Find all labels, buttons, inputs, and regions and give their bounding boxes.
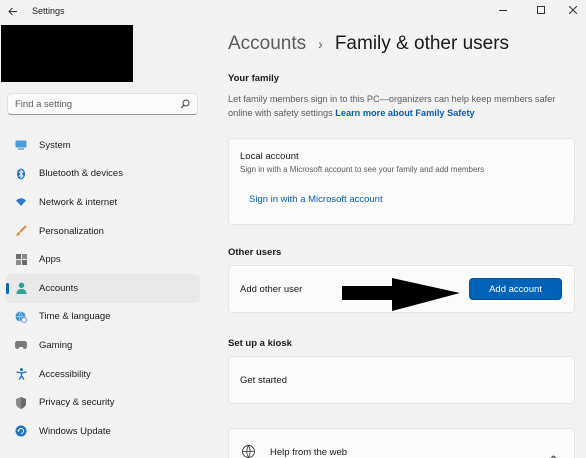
title-bar: Settings	[0, 0, 586, 22]
search-input[interactable]	[15, 98, 180, 110]
minimize-icon	[499, 9, 507, 11]
sidebar-item-label: Accounts	[39, 282, 79, 294]
brush-icon	[15, 225, 27, 237]
local-account-card: Local account Sign in with a Microsoft a…	[228, 138, 575, 225]
window-controls	[484, 0, 586, 20]
monitor-icon	[15, 139, 27, 151]
sidebar-item-bluetooth[interactable]: Bluetooth & devices	[6, 160, 200, 189]
sidebar-item-privacy[interactable]: Privacy & security	[6, 388, 200, 417]
wifi-icon	[15, 196, 27, 208]
breadcrumb: Accounts › Family & other users	[228, 33, 509, 55]
minimize-button[interactable]	[484, 0, 522, 20]
kiosk-card[interactable]: Get started	[228, 356, 575, 404]
globe-clock-icon	[15, 311, 27, 323]
learn-more-family-safety-link[interactable]: Learn more about Family Safety	[335, 108, 474, 118]
sign-in-microsoft-account-link[interactable]: Sign in with a Microsoft account	[249, 194, 383, 205]
sidebar-item-apps[interactable]: Apps	[6, 245, 200, 274]
app-title: Settings	[32, 6, 65, 16]
update-icon	[15, 425, 27, 437]
add-other-user-label: Add other user	[240, 284, 303, 295]
apps-icon	[15, 254, 27, 266]
accessibility-icon	[15, 368, 27, 380]
breadcrumb-parent[interactable]: Accounts	[228, 33, 306, 55]
sidebar-item-label: Gaming	[39, 339, 73, 351]
help-from-web-card[interactable]: Help from the web	[228, 428, 575, 458]
sidebar-item-personalization[interactable]: Personalization	[6, 217, 200, 246]
local-account-subtitle: Sign in with a Microsoft account to see …	[240, 165, 485, 174]
section-title-other-users: Other users	[228, 247, 282, 258]
sidebar-item-accessibility[interactable]: Accessibility	[6, 360, 200, 389]
section-title-kiosk: Set up a kiosk	[228, 338, 292, 349]
bluetooth-icon	[15, 168, 27, 180]
sidebar-item-gaming[interactable]: Gaming	[6, 331, 200, 360]
sidebar-item-label: Time & language	[39, 311, 111, 323]
sidebar-item-label: Bluetooth & devices	[39, 168, 123, 180]
section-title-your-family: Your family	[228, 73, 280, 84]
sidebar-item-accounts[interactable]: Accounts	[6, 273, 200, 303]
sidebar-item-network[interactable]: Network & internet	[6, 188, 200, 217]
kiosk-get-started-label: Get started	[240, 375, 287, 386]
close-button[interactable]	[560, 0, 586, 20]
sidebar-nav: System Bluetooth & devices Network & int…	[6, 131, 200, 446]
add-account-button[interactable]: Add account	[469, 278, 562, 300]
search-icon[interactable]	[180, 99, 190, 109]
help-from-web-label: Help from the web	[270, 447, 348, 458]
breadcrumb-separator: ›	[318, 36, 323, 52]
close-icon	[569, 6, 577, 14]
shield-icon	[15, 396, 27, 409]
family-description: Let family members sign in to this PC—or…	[228, 93, 573, 120]
sidebar-item-label: Personalization	[39, 225, 104, 237]
sidebar-item-system[interactable]: System	[6, 131, 200, 160]
search-box[interactable]	[7, 93, 198, 115]
maximize-icon	[537, 6, 545, 14]
page-title: Family & other users	[334, 33, 510, 54]
person-icon	[15, 282, 27, 295]
chevron-up-icon[interactable]	[549, 448, 558, 458]
back-button[interactable]	[0, 1, 26, 21]
sidebar-item-label: Windows Update	[39, 425, 111, 437]
gamepad-icon	[15, 339, 27, 351]
sidebar-item-time-language[interactable]: Time & language	[6, 303, 200, 332]
back-arrow-icon	[8, 7, 17, 15]
sidebar-item-label: Accessibility	[39, 368, 91, 380]
globe-icon	[242, 445, 255, 458]
maximize-button[interactable]	[522, 0, 560, 20]
sidebar-item-label: Network & internet	[39, 196, 118, 208]
local-account-title: Local account	[240, 151, 299, 162]
annotation-arrow-icon	[342, 278, 460, 311]
sidebar-item-label: System	[39, 139, 71, 151]
redacted-profile-block	[1, 25, 133, 82]
sidebar-item-label: Privacy & security	[39, 397, 115, 409]
sidebar-item-windows-update[interactable]: Windows Update	[6, 417, 200, 446]
sidebar-item-label: Apps	[39, 254, 61, 266]
